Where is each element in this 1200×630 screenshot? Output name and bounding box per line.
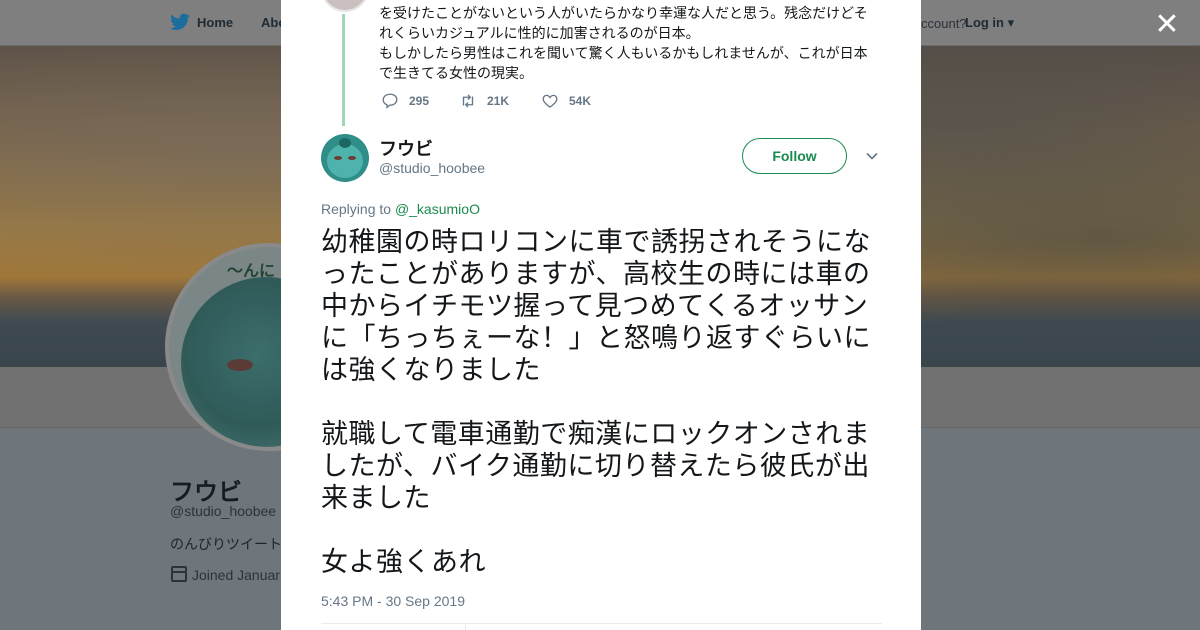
profile-handle: @studio_hoobee: [170, 503, 277, 519]
reply-icon: [382, 93, 398, 109]
like-button[interactable]: 54K: [541, 92, 591, 110]
tweet-paragraph: 女よ強くあれ: [321, 547, 486, 577]
tweet-timestamp[interactable]: 5:43 PM - 30 Sep 2019: [321, 593, 465, 609]
login-label: Log in: [965, 15, 1004, 30]
close-icon[interactable]: ✕: [1152, 10, 1182, 40]
like-count: 54K: [569, 94, 592, 108]
previous-tweet-text: を受けたことがないという人がいたらかなり幸運な人だと思う。残念だけどそ れくらい…: [379, 3, 879, 83]
retweet-icon: [462, 94, 474, 108]
login-link[interactable]: Log in ▾: [965, 15, 1014, 31]
avatar-eye: [227, 359, 253, 371]
author-avatar-head: [339, 138, 351, 148]
author-handle[interactable]: @studio_hoobee: [379, 160, 485, 176]
tweet-modal: を受けたことがないという人がいたらかなり幸運な人だと思う。残念だけどそ れくらい…: [281, 0, 921, 630]
divider: [321, 623, 882, 624]
heart-icon: [542, 94, 558, 108]
profile-joined: Joined Januar: [192, 567, 280, 583]
reply-count: 295: [409, 94, 430, 108]
tweet-text: 幼稚園の時ロリコンに車で誘拐されそうになったことがありますが、高校生の時には車の…: [321, 226, 883, 610]
previous-tweet-line: を受けたことがないという人がいたらかなり幸運な人だと思う。残念だけどそ: [379, 5, 868, 21]
have-account-text: ccount?: [921, 16, 967, 31]
tweet-paragraph: 幼稚園の時ロリコンに車で誘拐されそうになったことがありますが、高校生の時には車の…: [321, 227, 871, 385]
chevron-down-icon[interactable]: [865, 149, 879, 163]
author-avatar-eye: [334, 156, 342, 160]
reply-button[interactable]: 295: [381, 92, 429, 110]
divider: [465, 624, 466, 630]
nav-home-link[interactable]: Home: [197, 15, 233, 30]
replying-mention-link[interactable]: @_kasumioO: [395, 201, 480, 217]
replying-prefix: Replying to: [321, 201, 392, 217]
thread-connector-line: [342, 14, 345, 126]
author-avatar-face: [327, 144, 363, 178]
profile-bio: のんびりツイート: [170, 536, 282, 552]
calendar-icon: [171, 566, 187, 582]
previous-tweet-line: で生きてる女性の現実。: [379, 65, 533, 81]
profile-name: フウビ: [170, 479, 242, 506]
avatar-lettering: 〜んに: [227, 263, 276, 280]
retweet-button[interactable]: 21K: [459, 92, 509, 110]
previous-tweet-line: れくらいカジュアルに性的に加害されるのが日本。: [379, 25, 700, 41]
follow-button[interactable]: Follow: [742, 138, 847, 174]
previous-tweet-line: もしかしたら男性はこれを聞いて驚く人もいるかもしれませんが、これが日本: [379, 45, 868, 61]
author-avatar-eye: [348, 156, 356, 160]
previous-tweet-avatar[interactable]: [321, 0, 369, 12]
tweet-paragraph: 就職して電車通勤で痴漢にロックオンされましたが、バイク通勤に切り替えたら彼氏が出…: [321, 419, 871, 513]
retweet-count: 21K: [487, 94, 510, 108]
author-name[interactable]: フウビ: [379, 135, 433, 161]
replying-to: Replying to @_kasumioO: [321, 201, 480, 217]
twitter-bird-icon[interactable]: [170, 13, 190, 31]
author-avatar[interactable]: [321, 134, 369, 182]
